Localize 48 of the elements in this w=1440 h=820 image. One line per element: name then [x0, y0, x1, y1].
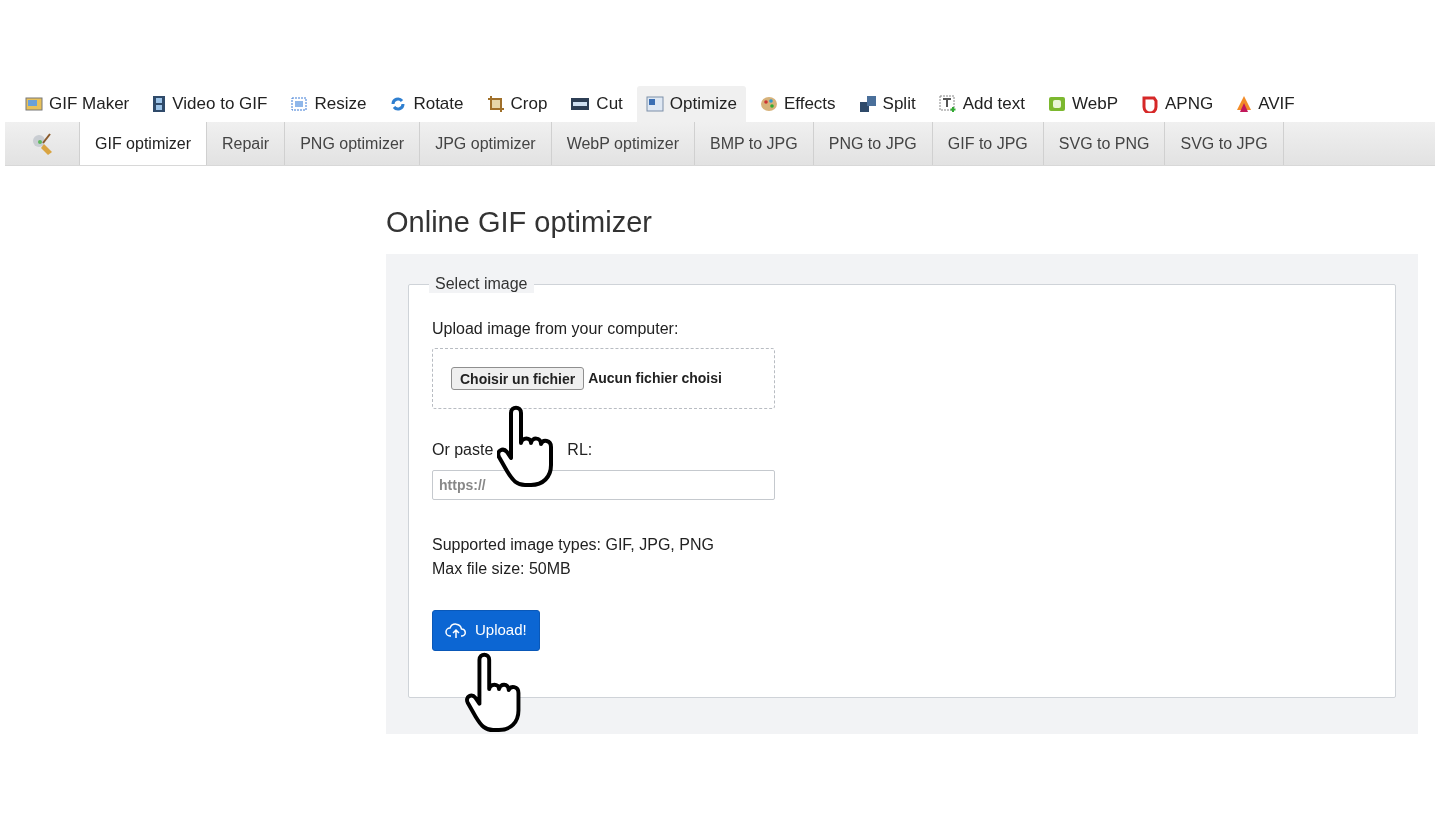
choose-file-button[interactable]: Choisir un fichier	[451, 367, 585, 390]
sub-tab[interactable]: JPG optimizer	[420, 122, 552, 165]
sub-tab[interactable]: PNG optimizer	[285, 122, 421, 165]
file-status-text: Aucun fichier choisi	[588, 369, 722, 388]
optimize-icon	[645, 96, 664, 112]
sub-tab[interactable]: SVG to PNG	[1043, 122, 1166, 165]
nav-tab[interactable]: Resize	[281, 86, 376, 122]
image-icon	[25, 96, 43, 112]
nav-tab[interactable]: Rotate	[380, 86, 473, 122]
url-label-start: Or paste	[432, 440, 494, 460]
nav-tab[interactable]: GIF Maker	[16, 86, 139, 122]
sub-tab[interactable]: GIF to JPG	[932, 122, 1044, 165]
nav-tab[interactable]: Add text	[929, 86, 1034, 122]
split-icon	[858, 95, 877, 113]
nav-tab[interactable]: WebP	[1039, 86, 1127, 122]
crop-icon	[486, 95, 505, 113]
nav-tab[interactable]: Optimize	[636, 86, 746, 122]
avif-icon	[1236, 95, 1253, 113]
broom-icon[interactable]	[30, 131, 54, 156]
upload-button[interactable]: Upload!	[432, 610, 540, 651]
cut-image-icon	[570, 96, 591, 112]
nav-tab[interactable]: Effects	[750, 86, 845, 122]
film-icon	[152, 95, 167, 113]
url-input-field[interactable]: https://	[432, 470, 775, 500]
sub-tab[interactable]: Repair	[207, 122, 286, 165]
fieldset-legend: Select image	[429, 275, 534, 293]
upload-label: Upload image from your computer:	[432, 319, 679, 339]
sub-tab[interactable]: WebP optimizer	[551, 122, 695, 165]
resize-icon	[290, 96, 309, 112]
nav-tab[interactable]: Video to GIF	[143, 86, 277, 122]
palette-icon	[759, 96, 778, 112]
url-label-end: RL:	[567, 440, 593, 460]
webp-icon	[1048, 96, 1066, 112]
cloud-upload-icon	[445, 621, 467, 640]
nav-tab[interactable]: AVIF	[1227, 86, 1304, 122]
sub-tab[interactable]: GIF optimizer	[80, 122, 207, 165]
page-title: Online GIF optimizer	[386, 205, 652, 240]
info-text: Supported image types: GIF, JPG, PNG	[432, 535, 714, 555]
sub-tab[interactable]: SVG to JPG	[1165, 122, 1284, 165]
sub-tab[interactable]: PNG to JPG	[813, 122, 933, 165]
nav-tab[interactable]: APNG	[1132, 86, 1223, 122]
sub-tab[interactable]: BMP to JPG	[695, 122, 814, 165]
nav-tab[interactable]: Crop	[477, 86, 557, 122]
apng-icon	[1141, 95, 1159, 113]
nav-tab[interactable]: Cut	[561, 86, 632, 122]
nav-tab[interactable]: Split	[849, 86, 925, 122]
add-text-icon	[938, 95, 957, 113]
info-text: Max file size: 50MB	[432, 559, 571, 579]
